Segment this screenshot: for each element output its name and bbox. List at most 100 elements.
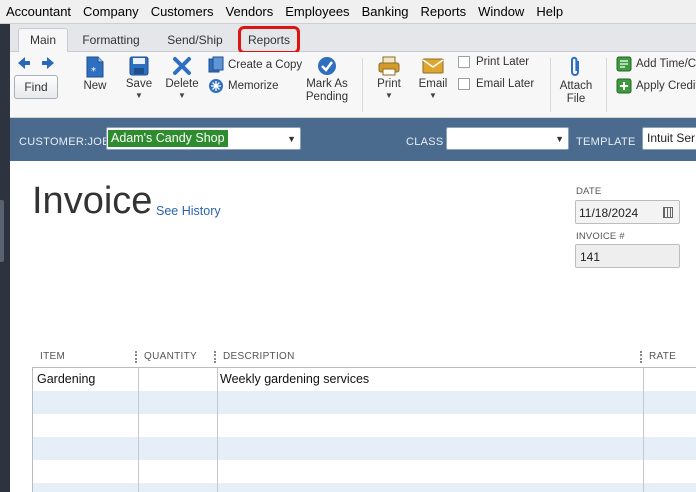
invoice-number-field[interactable]: 141 <box>575 244 680 268</box>
email-later-checkbox[interactable]: Email Later <box>458 78 534 90</box>
memorize-icon <box>209 79 223 93</box>
template-label: TEMPLATE <box>576 136 636 148</box>
see-history-link[interactable]: See History <box>156 204 221 218</box>
menu-reports[interactable]: Reports <box>415 0 473 24</box>
column-resize-handle[interactable] <box>640 351 642 363</box>
apply-credit-icon <box>616 78 632 94</box>
line-items-header: ITEM QUANTITY DESCRIPTION RATE <box>32 349 696 367</box>
column-divider <box>217 368 218 492</box>
email-later-label: Email Later <box>476 78 535 90</box>
line-items-table: Gardening Weekly gardening services <box>32 367 696 492</box>
email-later-box[interactable] <box>458 78 470 90</box>
customer-job-value: Adam's Candy Shop <box>108 130 228 147</box>
add-time-costs-button[interactable]: Add Time/C <box>616 56 696 72</box>
menu-window[interactable]: Window <box>472 0 530 24</box>
toolbar-divider <box>550 58 551 112</box>
paperclip-icon <box>571 56 579 76</box>
svg-text:*: * <box>91 66 96 77</box>
column-resize-handle[interactable] <box>135 351 137 363</box>
column-header-item[interactable]: ITEM <box>40 351 65 362</box>
table-row[interactable] <box>33 437 696 460</box>
chevron-down-icon[interactable]: ▼ <box>287 134 296 144</box>
column-header-description[interactable]: DESCRIPTION <box>223 351 295 362</box>
invoice-number-label: INVOICE # <box>576 231 625 242</box>
add-time-label: Add Time/C <box>636 58 696 70</box>
gutter-handle[interactable] <box>0 200 4 262</box>
template-value: Intuit Ser <box>647 131 696 145</box>
attach-file-label: Attach File <box>559 80 593 105</box>
create-copy-label: Create a Copy <box>228 58 303 71</box>
column-header-rate[interactable]: RATE <box>649 351 676 362</box>
menu-help[interactable]: Help <box>530 0 569 24</box>
apply-credits-button[interactable]: Apply Credit <box>616 78 696 94</box>
printer-icon <box>378 56 400 76</box>
toolbar-divider <box>606 58 607 112</box>
item-cell[interactable]: Gardening <box>37 372 95 386</box>
memorize-label: Memorize <box>228 80 279 92</box>
email-button[interactable]: Email ▼ <box>416 56 450 100</box>
print-button[interactable]: Print ▼ <box>374 56 404 100</box>
new-document-icon: * <box>86 56 104 78</box>
print-later-box[interactable] <box>458 56 470 68</box>
add-time-icon <box>616 56 632 72</box>
invoice-number-value: 141 <box>580 250 601 264</box>
mark-pending-check-icon <box>318 57 336 75</box>
save-label: Save <box>125 78 153 90</box>
tab-reports[interactable]: Reports <box>238 26 300 54</box>
chevron-down-icon[interactable]: ▼ <box>555 134 564 144</box>
find-button[interactable]: Find <box>14 75 58 99</box>
menu-employees[interactable]: Employees <box>279 0 355 24</box>
column-resize-handle[interactable] <box>214 351 216 363</box>
email-envelope-icon <box>422 58 444 74</box>
description-cell[interactable]: Weekly gardening services <box>220 372 369 386</box>
save-disk-icon <box>129 56 149 76</box>
toolbar-divider <box>362 58 363 112</box>
mark-pending-label: Mark As Pending <box>305 78 349 103</box>
menu-customers[interactable]: Customers <box>145 0 220 24</box>
menu-banking[interactable]: Banking <box>356 0 415 24</box>
print-later-checkbox[interactable]: Print Later <box>458 56 529 68</box>
customer-bar: CUSTOMER:JOB Adam's Candy Shop ▼ CLASS ▼… <box>10 118 696 161</box>
table-row[interactable] <box>33 483 696 492</box>
menu-vendors[interactable]: Vendors <box>220 0 280 24</box>
column-header-quantity[interactable]: QUANTITY <box>144 351 197 362</box>
email-label: Email <box>418 78 448 90</box>
date-field[interactable]: 11/18/2024 <box>575 200 680 224</box>
delete-dropdown-icon[interactable]: ▼ <box>178 92 186 100</box>
customer-job-select[interactable]: Adam's Candy Shop ▼ <box>106 127 301 150</box>
prev-next-arrows-icon[interactable] <box>18 57 54 69</box>
mark-pending-button[interactable]: Mark As Pending <box>300 56 354 104</box>
table-row[interactable]: Gardening Weekly gardening services <box>33 368 696 391</box>
date-value: 11/18/2024 <box>579 206 639 220</box>
save-dropdown-icon[interactable]: ▼ <box>135 92 143 100</box>
memorize-button[interactable]: Memorize <box>208 78 278 94</box>
copy-icon <box>208 56 224 73</box>
tab-formatting[interactable]: Formatting <box>74 28 148 52</box>
attach-file-button[interactable]: Attach File <box>556 56 596 106</box>
menu-bar: Accountant Company Customers Vendors Emp… <box>0 0 696 24</box>
table-row[interactable] <box>33 460 696 483</box>
ribbon-tabs: Main Formatting Send/Ship Reports <box>10 24 696 54</box>
tab-send-ship[interactable]: Send/Ship <box>156 28 234 52</box>
menu-accountant[interactable]: Accountant <box>0 0 77 24</box>
column-divider <box>643 368 644 492</box>
create-copy-button[interactable]: Create a Copy <box>208 56 302 73</box>
new-button[interactable]: * New <box>80 56 110 93</box>
class-select[interactable]: ▼ <box>446 127 569 150</box>
print-later-label: Print Later <box>476 56 530 68</box>
column-divider <box>138 368 139 492</box>
save-button[interactable]: Save ▼ <box>122 56 156 100</box>
template-select[interactable]: Intuit Ser <box>642 127 696 150</box>
email-dropdown-icon[interactable]: ▼ <box>429 92 437 100</box>
menu-company[interactable]: Company <box>77 0 145 24</box>
calendar-icon[interactable] <box>663 207 673 218</box>
apply-credit-label: Apply Credit <box>636 80 696 92</box>
table-row[interactable] <box>33 414 696 437</box>
print-dropdown-icon[interactable]: ▼ <box>385 92 393 100</box>
print-label: Print <box>377 78 401 90</box>
tab-main[interactable]: Main <box>18 28 68 53</box>
delete-button[interactable]: Delete ▼ <box>164 56 200 100</box>
new-label: New <box>83 80 107 92</box>
table-row[interactable] <box>33 391 696 414</box>
date-label: DATE <box>576 186 602 197</box>
